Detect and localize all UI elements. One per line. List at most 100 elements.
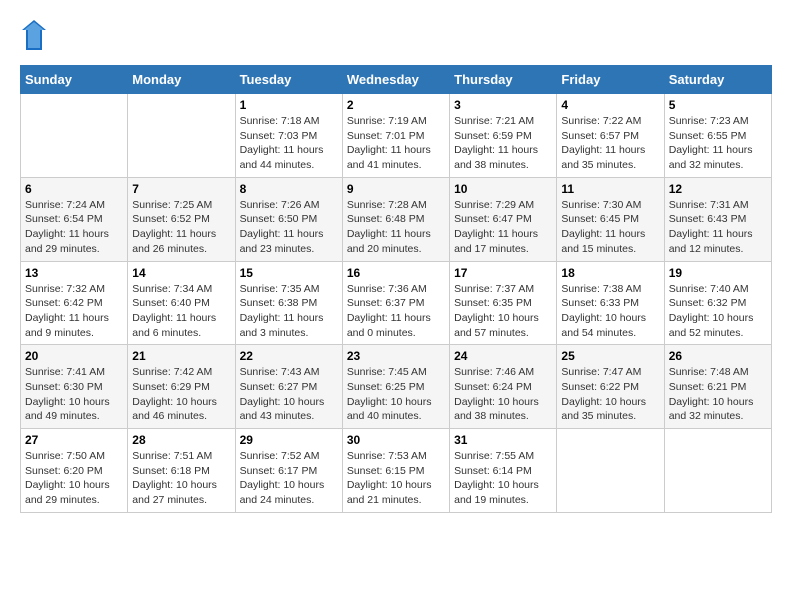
day-number: 22 [240, 349, 338, 363]
day-info: Sunrise: 7:46 AM Sunset: 6:24 PM Dayligh… [454, 365, 552, 424]
day-number: 4 [561, 98, 659, 112]
day-number: 5 [669, 98, 767, 112]
day-info: Sunrise: 7:43 AM Sunset: 6:27 PM Dayligh… [240, 365, 338, 424]
calendar-cell: 3 Sunrise: 7:21 AM Sunset: 6:59 PM Daylig… [450, 94, 557, 178]
calendar-cell: 13Sunrise: 7:32 AM Sunset: 6:42 PM Dayli… [21, 261, 128, 345]
col-header-tuesday: Tuesday [235, 66, 342, 94]
calendar-cell: 19 Sunrise: 7:40 AM Sunset: 6:32 PM Dayli… [664, 261, 771, 345]
calendar-cell: 31 Sunrise: 7:55 AM Sunset: 6:14 PM Dayli… [450, 429, 557, 513]
day-number: 14 [132, 266, 230, 280]
day-number: 31 [454, 433, 552, 447]
calendar-cell: 4 Sunrise: 7:22 AM Sunset: 6:57 PM Daylig… [557, 94, 664, 178]
day-number: 1 [240, 98, 338, 112]
day-info: Sunrise: 7:37 AM Sunset: 6:35 PM Dayligh… [454, 282, 552, 341]
day-number: 10 [454, 182, 552, 196]
calendar-cell [664, 429, 771, 513]
day-info: Sunrise: 7:40 AM Sunset: 6:32 PM Dayligh… [669, 282, 767, 341]
calendar-cell: 10 Sunrise: 7:29 AM Sunset: 6:47 PM Dayli… [450, 177, 557, 261]
page-header [20, 20, 772, 55]
day-info: Sunrise: 7:26 AM Sunset: 6:50 PM Dayligh… [240, 198, 338, 257]
day-number: 21 [132, 349, 230, 363]
calendar-table: SundayMondayTuesdayWednesdayThursdayFrid… [20, 65, 772, 513]
day-info: Sunrise: 7:55 AM Sunset: 6:14 PM Dayligh… [454, 449, 552, 508]
day-info: Sunrise: 7:45 AM Sunset: 6:25 PM Dayligh… [347, 365, 445, 424]
calendar-cell: 12 Sunrise: 7:31 AM Sunset: 6:43 PM Dayli… [664, 177, 771, 261]
day-info: Sunrise: 7:29 AM Sunset: 6:47 PM Dayligh… [454, 198, 552, 257]
day-number: 3 [454, 98, 552, 112]
day-info: Sunrise: 7:36 AM Sunset: 6:37 PM Dayligh… [347, 282, 445, 341]
day-number: 24 [454, 349, 552, 363]
calendar-cell: 22 Sunrise: 7:43 AM Sunset: 6:27 PM Dayli… [235, 345, 342, 429]
day-number: 27 [25, 433, 123, 447]
day-number: 30 [347, 433, 445, 447]
calendar-cell [128, 94, 235, 178]
calendar-cell: 21 Sunrise: 7:42 AM Sunset: 6:29 PM Dayli… [128, 345, 235, 429]
calendar-cell: 25Sunrise: 7:47 AM Sunset: 6:22 PM Dayli… [557, 345, 664, 429]
day-info: Sunrise: 7:22 AM Sunset: 6:57 PM Dayligh… [561, 114, 659, 173]
calendar-cell: 28 Sunrise: 7:51 AM Sunset: 6:18 PM Dayli… [128, 429, 235, 513]
col-header-wednesday: Wednesday [342, 66, 449, 94]
day-number: 7 [132, 182, 230, 196]
calendar-cell: 7 Sunrise: 7:25 AM Sunset: 6:52 PM Daylig… [128, 177, 235, 261]
calendar-cell: 27Sunrise: 7:50 AM Sunset: 6:20 PM Dayli… [21, 429, 128, 513]
day-number: 25 [561, 349, 659, 363]
day-info: Sunrise: 7:51 AM Sunset: 6:18 PM Dayligh… [132, 449, 230, 508]
day-number: 11 [561, 182, 659, 196]
calendar-week-row: 6Sunrise: 7:24 AM Sunset: 6:54 PM Daylig… [21, 177, 772, 261]
calendar-cell [557, 429, 664, 513]
calendar-week-row: 20 Sunrise: 7:41 AM Sunset: 6:30 PM Dayli… [21, 345, 772, 429]
day-number: 26 [669, 349, 767, 363]
day-number: 15 [240, 266, 338, 280]
day-number: 28 [132, 433, 230, 447]
day-number: 16 [347, 266, 445, 280]
day-info: Sunrise: 7:38 AM Sunset: 6:33 PM Dayligh… [561, 282, 659, 341]
calendar-cell: 15 Sunrise: 7:35 AM Sunset: 6:38 PM Dayli… [235, 261, 342, 345]
calendar-header-row: SundayMondayTuesdayWednesdayThursdayFrid… [21, 66, 772, 94]
day-number: 18 [561, 266, 659, 280]
col-header-sunday: Sunday [21, 66, 128, 94]
day-info: Sunrise: 7:41 AM Sunset: 6:30 PM Dayligh… [25, 365, 123, 424]
day-info: Sunrise: 7:21 AM Sunset: 6:59 PM Dayligh… [454, 114, 552, 173]
day-info: Sunrise: 7:52 AM Sunset: 6:17 PM Dayligh… [240, 449, 338, 508]
calendar-cell: 8Sunrise: 7:26 AM Sunset: 6:50 PM Daylig… [235, 177, 342, 261]
day-info: Sunrise: 7:30 AM Sunset: 6:45 PM Dayligh… [561, 198, 659, 257]
day-number: 12 [669, 182, 767, 196]
day-info: Sunrise: 7:48 AM Sunset: 6:21 PM Dayligh… [669, 365, 767, 424]
day-number: 2 [347, 98, 445, 112]
calendar-cell: 23 Sunrise: 7:45 AM Sunset: 6:25 PM Dayli… [342, 345, 449, 429]
day-number: 17 [454, 266, 552, 280]
calendar-week-row: 27Sunrise: 7:50 AM Sunset: 6:20 PM Dayli… [21, 429, 772, 513]
day-info: Sunrise: 7:34 AM Sunset: 6:40 PM Dayligh… [132, 282, 230, 341]
calendar-cell: 24 Sunrise: 7:46 AM Sunset: 6:24 PM Dayli… [450, 345, 557, 429]
calendar-week-row: 13Sunrise: 7:32 AM Sunset: 6:42 PM Dayli… [21, 261, 772, 345]
calendar-cell: 17 Sunrise: 7:37 AM Sunset: 6:35 PM Dayli… [450, 261, 557, 345]
day-info: Sunrise: 7:18 AM Sunset: 7:03 PM Dayligh… [240, 114, 338, 173]
day-info: Sunrise: 7:53 AM Sunset: 6:15 PM Dayligh… [347, 449, 445, 508]
day-info: Sunrise: 7:19 AM Sunset: 7:01 PM Dayligh… [347, 114, 445, 173]
day-number: 20 [25, 349, 123, 363]
calendar-cell: 29 Sunrise: 7:52 AM Sunset: 6:17 PM Dayli… [235, 429, 342, 513]
calendar-cell: 11 Sunrise: 7:30 AM Sunset: 6:45 PM Dayli… [557, 177, 664, 261]
day-number: 29 [240, 433, 338, 447]
calendar-cell: 5 Sunrise: 7:23 AM Sunset: 6:55 PM Daylig… [664, 94, 771, 178]
calendar-cell: 20 Sunrise: 7:41 AM Sunset: 6:30 PM Dayli… [21, 345, 128, 429]
calendar-cell: 14 Sunrise: 7:34 AM Sunset: 6:40 PM Dayli… [128, 261, 235, 345]
calendar-cell [21, 94, 128, 178]
logo-icon [22, 20, 46, 55]
col-header-friday: Friday [557, 66, 664, 94]
day-info: Sunrise: 7:23 AM Sunset: 6:55 PM Dayligh… [669, 114, 767, 173]
calendar-cell: 30 Sunrise: 7:53 AM Sunset: 6:15 PM Dayli… [342, 429, 449, 513]
day-info: Sunrise: 7:42 AM Sunset: 6:29 PM Dayligh… [132, 365, 230, 424]
day-number: 23 [347, 349, 445, 363]
day-number: 19 [669, 266, 767, 280]
day-number: 13 [25, 266, 123, 280]
day-info: Sunrise: 7:31 AM Sunset: 6:43 PM Dayligh… [669, 198, 767, 257]
day-number: 9 [347, 182, 445, 196]
col-header-saturday: Saturday [664, 66, 771, 94]
day-info: Sunrise: 7:35 AM Sunset: 6:38 PM Dayligh… [240, 282, 338, 341]
day-info: Sunrise: 7:25 AM Sunset: 6:52 PM Dayligh… [132, 198, 230, 257]
calendar-cell: 1 Sunrise: 7:18 AM Sunset: 7:03 PM Daylig… [235, 94, 342, 178]
day-number: 6 [25, 182, 123, 196]
calendar-cell: 6Sunrise: 7:24 AM Sunset: 6:54 PM Daylig… [21, 177, 128, 261]
col-header-monday: Monday [128, 66, 235, 94]
